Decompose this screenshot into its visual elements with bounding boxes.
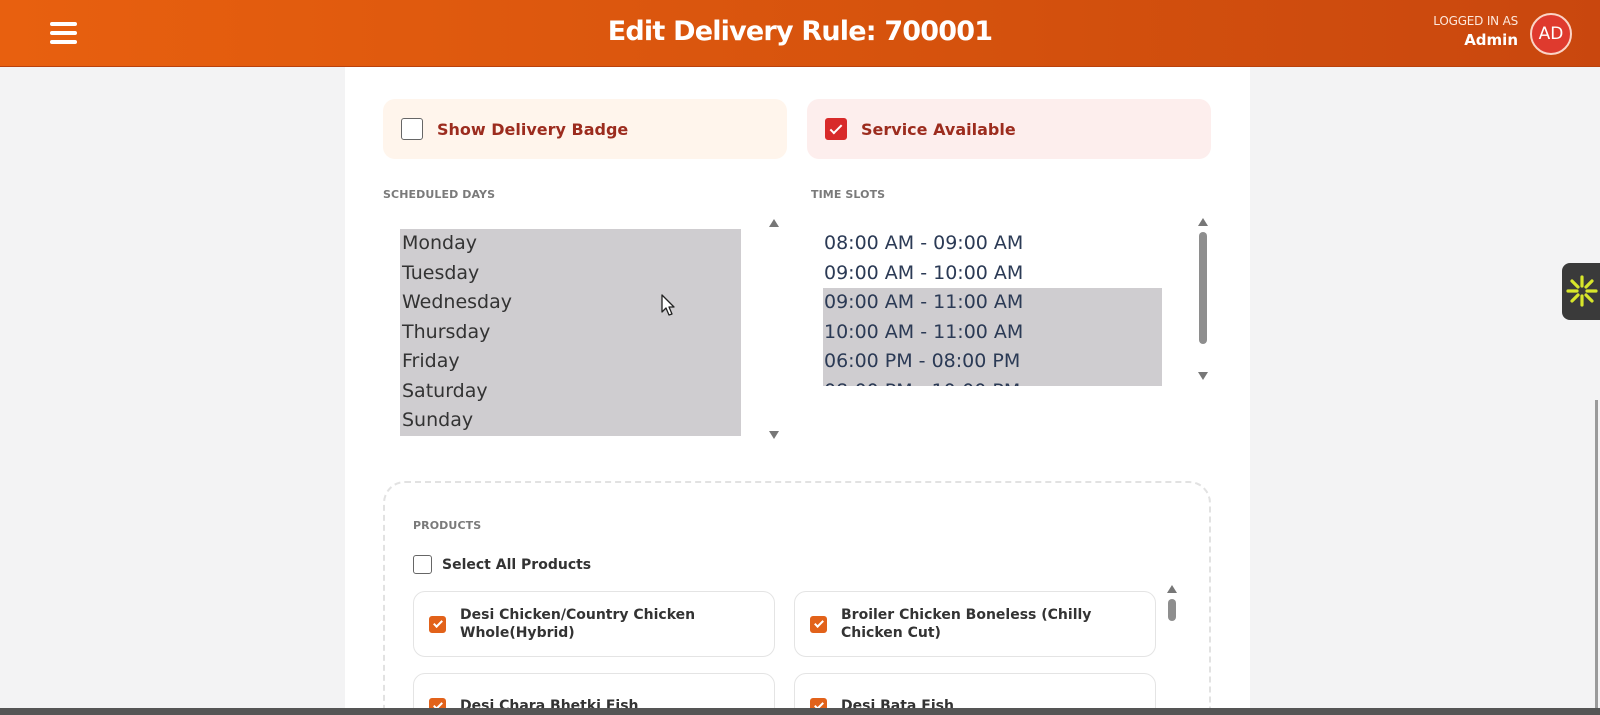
user-name: Admin <box>1464 31 1518 49</box>
show-delivery-badge-toggle[interactable]: Show Delivery Badge <box>383 99 787 159</box>
product-card[interactable]: Desi Chicken/Country Chicken Whole(Hybri… <box>413 591 775 657</box>
select-all-checkbox[interactable] <box>413 555 432 574</box>
service-available-toggle[interactable]: Service Available <box>807 99 1211 159</box>
time-slot-option[interactable]: 06:00 PM - 08:00 PM <box>823 347 1162 377</box>
show-delivery-badge-checkbox[interactable] <box>401 118 423 140</box>
product-card[interactable]: Broiler Chicken Boneless (Chilly Chicken… <box>794 591 1156 657</box>
products-label: PRODUCTS <box>413 519 482 532</box>
days-scroll-down-icon[interactable] <box>769 431 779 439</box>
day-option[interactable]: Saturday <box>400 376 741 406</box>
user-info: LOGGED IN AS Admin <box>1433 14 1518 49</box>
time-slot-option[interactable]: 09:00 AM - 11:00 AM <box>823 288 1162 318</box>
day-option[interactable]: Monday <box>400 229 741 259</box>
product-name: Desi Chicken/Country Chicken Whole(Hybri… <box>460 607 696 641</box>
select-all-products[interactable]: Select All Products <box>413 555 591 574</box>
time-slots-label: TIME SLOTS <box>811 188 886 201</box>
day-option[interactable]: Wednesday <box>400 288 741 318</box>
time-slot-option[interactable]: 10:00 AM - 11:00 AM <box>823 317 1162 347</box>
scheduled-days-listbox[interactable]: Monday Tuesday Wednesday Thursday Friday… <box>400 229 741 437</box>
service-available-checkbox[interactable] <box>825 118 847 140</box>
product-checkbox[interactable] <box>429 615 446 633</box>
product-name: Broiler Chicken Boneless (Chilly Chicken… <box>841 607 1092 641</box>
slots-scrollbar-thumb[interactable] <box>1199 232 1207 344</box>
products-scrollbar-thumb[interactable] <box>1168 599 1176 621</box>
show-delivery-badge-label: Show Delivery Badge <box>437 119 629 139</box>
products-scroll-up-icon[interactable] <box>1167 585 1177 593</box>
avatar[interactable]: AD <box>1530 13 1572 55</box>
time-slot-option[interactable]: 08:00 PM - 10:00 PM <box>823 376 1162 386</box>
assistant-widget-button[interactable] <box>1562 263 1600 320</box>
time-slot-option[interactable]: 08:00 AM - 09:00 AM <box>823 229 1162 259</box>
day-option[interactable]: Tuesday <box>400 258 741 288</box>
day-option[interactable]: Sunday <box>400 406 741 436</box>
service-available-label: Service Available <box>861 119 1016 139</box>
scheduled-days-label: SCHEDULED DAYS <box>383 188 496 201</box>
product-checkbox[interactable] <box>810 615 827 633</box>
top-header-bar: Edit Delivery Rule: 700001 LOGGED IN AS … <box>0 0 1600 67</box>
edit-rule-panel: Show Delivery Badge Service Available SC… <box>345 67 1250 715</box>
logged-in-caption: LOGGED IN AS <box>1433 14 1518 28</box>
slots-scroll-up-icon[interactable] <box>1198 218 1208 226</box>
select-all-label: Select All Products <box>442 556 592 573</box>
days-scroll-up-icon[interactable] <box>769 219 779 227</box>
window-scrollbar[interactable] <box>1595 400 1598 710</box>
page-title: Edit Delivery Rule: 700001 <box>607 16 993 47</box>
day-option[interactable]: Friday <box>400 347 741 377</box>
day-option[interactable]: Thursday <box>400 317 741 347</box>
sparkle-icon <box>1566 275 1598 307</box>
products-section: PRODUCTS Select All Products Desi Chicke… <box>383 481 1211 715</box>
window-bottom-edge <box>0 708 1600 715</box>
mouse-cursor-icon <box>661 294 675 316</box>
time-slots-listbox[interactable]: 08:00 AM - 09:00 AM 09:00 AM - 10:00 AM … <box>823 229 1162 386</box>
slots-scroll-down-icon[interactable] <box>1198 372 1208 380</box>
time-slot-option[interactable]: 09:00 AM - 10:00 AM <box>823 259 1162 289</box>
